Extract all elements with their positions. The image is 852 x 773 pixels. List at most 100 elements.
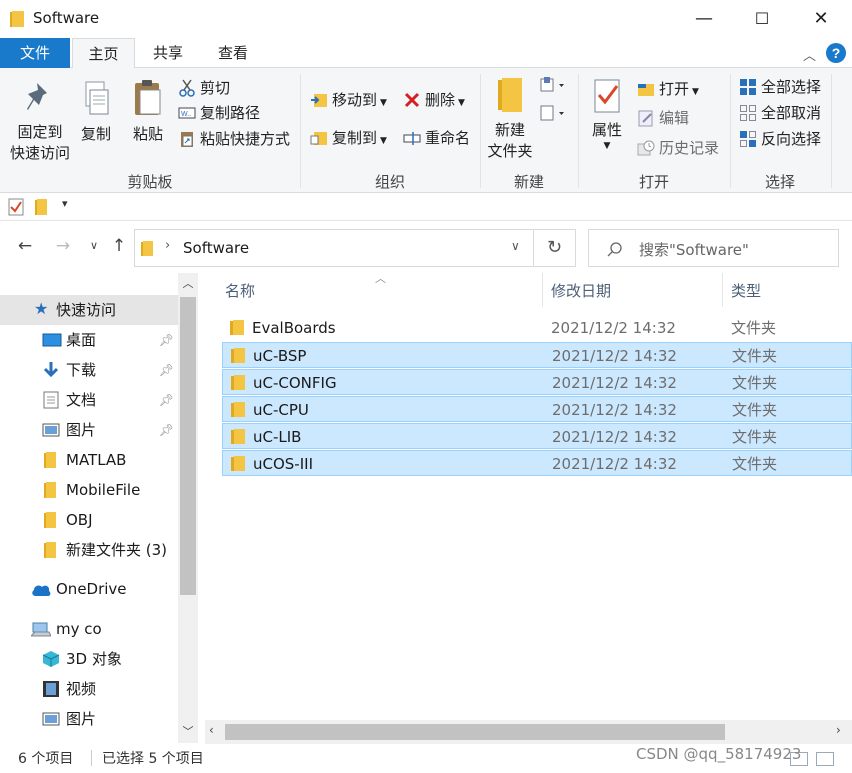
- delete-button[interactable]: 删除 ▼: [403, 89, 465, 111]
- computer-icon: [31, 622, 51, 637]
- collapse-ribbon-icon[interactable]: ︿: [803, 45, 816, 64]
- nav-item[interactable]: 图片 📌︎: [0, 415, 178, 445]
- close-button[interactable]: ✕: [792, 0, 850, 38]
- scroll-right-icon[interactable]: ›: [836, 723, 841, 737]
- pin-quick-access-button[interactable]: 固定到 快速访问: [6, 80, 74, 164]
- nav-quick-access[interactable]: ★ 快速访问: [0, 295, 178, 325]
- scroll-up-icon[interactable]: ︿: [178, 275, 198, 291]
- star-icon: ★: [34, 299, 49, 318]
- column-divider[interactable]: [542, 273, 543, 307]
- scroll-down-icon[interactable]: ﹀: [178, 723, 198, 739]
- column-divider[interactable]: [722, 273, 723, 307]
- properties-icon: [594, 79, 620, 113]
- nav-onedrive[interactable]: OneDrive: [0, 574, 178, 604]
- address-history-dropdown-icon[interactable]: ∨: [511, 239, 520, 253]
- rename-button[interactable]: 重命名: [403, 127, 470, 149]
- tab-view[interactable]: 查看: [203, 38, 263, 68]
- file-row[interactable]: uCOS-III 2021/12/2 14:32 文件夹: [222, 450, 852, 476]
- select-all-button[interactable]: 全部选择: [739, 76, 821, 98]
- pin-icon[interactable]: 📌︎: [159, 325, 174, 355]
- column-header-name[interactable]: 名称: [225, 280, 255, 301]
- back-arrow-icon[interactable]: ←: [14, 235, 36, 257]
- nav-item[interactable]: MATLAB: [0, 445, 178, 475]
- nav-item[interactable]: MobileFile: [0, 475, 178, 505]
- 3d-objects-icon: [42, 651, 60, 667]
- paste-button[interactable]: 粘贴: [126, 78, 170, 145]
- paste-shortcut-button[interactable]: 粘贴快捷方式: [178, 128, 290, 150]
- nav-item[interactable]: 图片: [0, 704, 178, 734]
- column-header-type[interactable]: 类型: [731, 280, 761, 301]
- up-arrow-icon[interactable]: ↑: [108, 235, 130, 257]
- move-to-button[interactable]: 移动到 ▼: [310, 89, 387, 111]
- nav-item[interactable]: 新建文件夹 (3): [0, 535, 178, 565]
- recent-locations-icon[interactable]: ∨: [83, 235, 105, 257]
- minimize-button[interactable]: —: [675, 0, 733, 38]
- file-date: 2021/12/2 14:32: [552, 428, 677, 446]
- breadcrumb-software[interactable]: Software: [183, 239, 249, 257]
- tab-share[interactable]: 共享: [140, 38, 196, 68]
- customize-qat-icon[interactable]: ▾: [62, 197, 68, 210]
- file-date: 2021/12/2 14:32: [552, 347, 677, 365]
- nav-label: my co: [56, 620, 102, 638]
- nav-scrollbar-thumb[interactable]: [180, 297, 196, 595]
- folder-icon: [44, 452, 56, 468]
- file-row[interactable]: uC-LIB 2021/12/2 14:32 文件夹: [222, 423, 852, 449]
- scroll-left-icon[interactable]: ‹: [209, 723, 214, 737]
- copy-to-button[interactable]: 复制到 ▼: [310, 127, 387, 149]
- pin-icon[interactable]: 📌︎: [159, 355, 174, 385]
- file-row[interactable]: uC-CPU 2021/12/2 14:32 文件夹: [222, 396, 852, 422]
- tab-home[interactable]: 主页: [72, 38, 135, 69]
- properties-checkmark-icon[interactable]: [8, 198, 24, 216]
- select-none-button[interactable]: 全部取消: [739, 102, 821, 124]
- folder-icon: [10, 11, 24, 27]
- rename-icon: [403, 129, 421, 147]
- cut-button[interactable]: 剪切: [178, 77, 230, 99]
- pin-icon[interactable]: 📌︎: [159, 385, 174, 415]
- properties-button[interactable]: 属性 ▼: [584, 78, 630, 151]
- nav-item[interactable]: 文档 📌︎: [0, 385, 178, 415]
- nav-item[interactable]: 视频: [0, 674, 178, 704]
- column-header-date[interactable]: 修改日期: [551, 280, 611, 301]
- invert-selection-label: 反向选择: [761, 130, 822, 148]
- folder-icon: [231, 375, 245, 390]
- address-bar[interactable]: › Software ∨: [134, 229, 534, 267]
- open-folder-icon: [637, 80, 655, 98]
- download-icon: [43, 362, 59, 378]
- new-folder-qat-icon[interactable]: [35, 199, 47, 215]
- new-item-button[interactable]: [540, 76, 568, 97]
- nav-item[interactable]: 3D 对象: [0, 644, 178, 674]
- file-row[interactable]: EvalBoards 2021/12/2 14:32 文件夹: [222, 315, 852, 341]
- nav-this-pc[interactable]: my co: [0, 614, 178, 644]
- maximize-button[interactable]: ☐: [733, 0, 791, 38]
- ribbon-divider: [831, 74, 832, 188]
- file-row[interactable]: uC-BSP 2021/12/2 14:32 文件夹: [222, 342, 852, 368]
- search-box[interactable]: 搜索"Software": [588, 229, 839, 267]
- folder-icon: [230, 320, 244, 335]
- nav-item[interactable]: 下载 📌︎: [0, 355, 178, 385]
- breadcrumb-chevron-icon[interactable]: ›: [165, 238, 170, 253]
- file-type: 文件夹: [732, 455, 778, 473]
- pin-icon[interactable]: 📌︎: [159, 415, 174, 445]
- nav-label: OneDrive: [56, 580, 127, 598]
- new-folder-button[interactable]: 新建 文件夹: [484, 76, 536, 162]
- nav-item[interactable]: OBJ: [0, 505, 178, 535]
- easy-access-button[interactable]: [540, 104, 568, 125]
- file-row[interactable]: uC-CONFIG 2021/12/2 14:32 文件夹: [222, 369, 852, 395]
- nav-item[interactable]: 桌面 📌︎: [0, 325, 178, 355]
- copy-button[interactable]: 复制: [76, 80, 116, 145]
- help-icon[interactable]: ?: [826, 43, 846, 63]
- open-button[interactable]: 打开 ▼: [637, 78, 699, 100]
- refresh-button[interactable]: ↻: [534, 229, 576, 267]
- copy-path-button[interactable]: W.. 复制路径: [178, 102, 260, 124]
- quick-access-toolbar: ▾: [0, 193, 852, 221]
- horizontal-scrollbar-thumb[interactable]: [225, 724, 725, 740]
- edit-button[interactable]: 编辑: [637, 107, 689, 129]
- nav-label: 快速访问: [56, 301, 117, 319]
- tab-file[interactable]: 文件: [0, 38, 70, 68]
- forward-arrow-icon[interactable]: →: [52, 235, 74, 257]
- group-label-open: 打开: [638, 173, 669, 191]
- large-icons-view-icon[interactable]: [816, 752, 834, 766]
- invert-selection-button[interactable]: 反向选择: [739, 128, 821, 150]
- picture-icon: [42, 712, 60, 726]
- history-button[interactable]: 历史记录: [637, 137, 719, 159]
